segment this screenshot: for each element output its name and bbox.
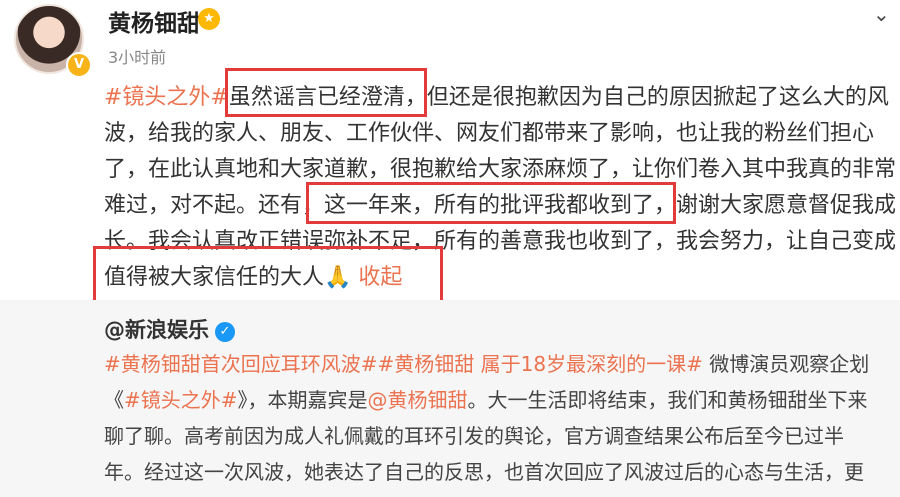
text-span: 聊了聊。高考前因为成人礼佩戴的耳环引发的舆论，官方调查结果公布后至今已过半 <box>104 424 844 448</box>
weibo-post: V 黄杨钿甜 ★ 3小时前 ⌄ #镜头之外#虽然谣言已经澄清，但还是很抱歉因为自… <box>0 0 900 305</box>
repost-text: #黄杨钿甜首次回应耳环风波##黄杨钿甜 属于18岁最深刻的一课# 微博演员观察企… <box>104 348 894 492</box>
repost-line: #黄杨钿甜首次回应耳环风波##黄杨钿甜 属于18岁最深刻的一课# 微博演员观察企… <box>104 348 894 384</box>
post-line: #镜头之外#虽然谣言已经澄清，但还是很抱歉因为自己的原因掀起了这么大的风 <box>104 80 894 116</box>
text-span: 》，本期嘉宾是 <box>237 388 368 412</box>
text-link[interactable]: @黄杨钿甜 <box>368 388 468 412</box>
text-span: 难过，对不起。还有， <box>104 193 325 218</box>
post-line: 波，给我的家人、朋友、工作伙伴、网友们都带来了影响，也让我的粉丝们担心 <box>104 116 894 152</box>
repost-author[interactable]: @新浪娱乐 ✓ <box>104 314 235 344</box>
highlight-box <box>225 68 427 117</box>
text-span: 谢谢大家愿意督促我成 <box>676 193 897 218</box>
text-span: 。大一生活即将结束，我们和黄杨钿甜坐下来 <box>467 388 868 412</box>
post-time: 3小时前 <box>108 48 167 67</box>
text-span: 了，在此认真地和大家道歉，很抱歉给大家添麻烦了，让你们卷入其中我真的非常 <box>104 157 897 182</box>
hashtag-link[interactable]: #镜头之外# <box>104 85 229 110</box>
text-span: 《 <box>104 388 124 412</box>
repost-card[interactable]: @新浪娱乐 ✓ #黄杨钿甜首次回应耳环风波##黄杨钿甜 属于18岁最深刻的一课# … <box>0 300 900 497</box>
repost-line: 《#镜头之外#》，本期嘉宾是@黄杨钿甜。大一生活即将结束，我们和黄杨钿甜坐下来 <box>104 384 894 420</box>
hashtag-link[interactable]: #黄杨钿甜首次回应耳环风波##黄杨钿甜 属于18岁最深刻的一课# <box>104 352 703 376</box>
repost-author-label: @新浪娱乐 <box>104 318 209 342</box>
repost-line: 年。经过这一次风波，她表达了自己的反思，也首次回应了风波过后的心态与生活，更 <box>104 456 894 492</box>
verified-icon: V <box>66 52 92 78</box>
text-span: 但还是很抱歉因为自己的原因掀起了这么大的风 <box>426 85 889 110</box>
text-span: 年。经过这一次风波，她表达了自己的反思，也首次回应了风波过后的心态与生活，更 <box>104 460 864 484</box>
repost-line: 聊了聊。高考前因为成人礼佩戴的耳环引发的舆论，官方调查结果公布后至今已过半 <box>104 420 894 456</box>
highlight-box <box>306 182 676 224</box>
fan-badge-icon: ★ <box>198 8 220 30</box>
text-span: 微博演员观察企划 <box>702 352 870 376</box>
verified-blue-icon: ✓ <box>215 322 235 342</box>
author-name[interactable]: 黄杨钿甜 <box>108 4 200 38</box>
chevron-down-icon[interactable]: ⌄ <box>873 2 890 26</box>
text-span: 波，给我的家人、朋友、工作伙伴、网友们都带来了影响，也让我的粉丝们担心 <box>104 121 875 146</box>
highlight-box <box>93 246 443 305</box>
hashtag-link[interactable]: #镜头之外# <box>124 388 238 412</box>
